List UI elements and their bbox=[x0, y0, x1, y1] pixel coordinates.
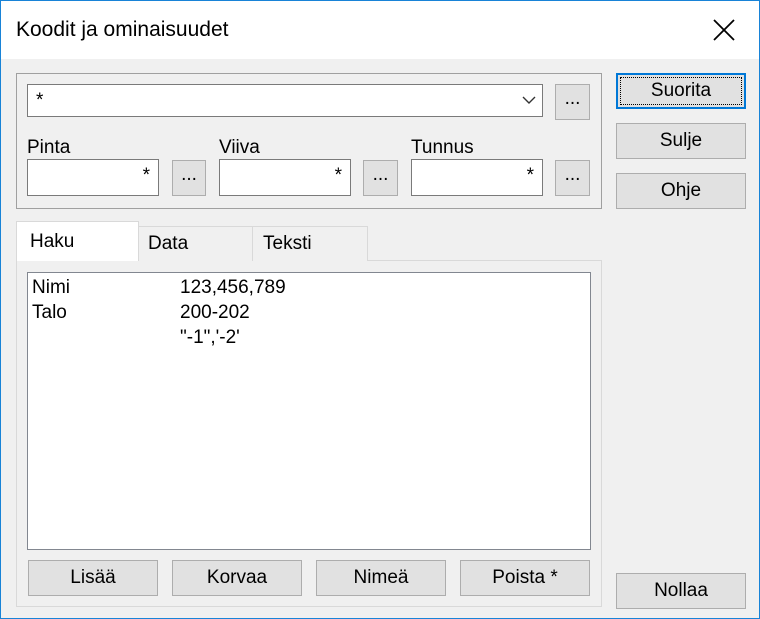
run-button-label: Suorita bbox=[650, 80, 712, 101]
code-combobox[interactable]: * bbox=[27, 84, 543, 117]
close-window-button[interactable] bbox=[701, 11, 747, 49]
delete-button[interactable]: Poista * bbox=[460, 560, 590, 596]
condition-list[interactable]: Nimi 123,456,789 Talo 200-202 "-1",'-2' bbox=[27, 272, 591, 550]
list-item-value: 200-202 bbox=[180, 302, 250, 323]
run-button[interactable]: Suorita bbox=[616, 73, 746, 109]
close-button[interactable]: Sulje bbox=[616, 123, 746, 159]
pinta-browse-button[interactable]: ... bbox=[172, 160, 206, 196]
tunnus-input[interactable]: * bbox=[411, 159, 543, 196]
viiva-input[interactable]: * bbox=[219, 159, 351, 196]
list-item[interactable]: "-1",'-2' bbox=[32, 327, 572, 352]
viiva-label: Viiva bbox=[219, 137, 260, 158]
tab-haku[interactable]: Haku bbox=[16, 221, 139, 261]
viiva-browse-button[interactable]: ... bbox=[363, 160, 398, 196]
tab-data[interactable]: Data bbox=[137, 226, 253, 261]
dialog-window: Koodit ja ominaisuudet * ... Pinta * ...… bbox=[0, 0, 760, 619]
help-button[interactable]: Ohje bbox=[616, 173, 746, 209]
combo-value: * bbox=[36, 90, 44, 111]
list-item-name: Talo bbox=[32, 302, 67, 323]
replace-button[interactable]: Korvaa bbox=[172, 560, 302, 596]
list-item[interactable]: Nimi 123,456,789 bbox=[32, 277, 572, 302]
pinta-value: * bbox=[142, 165, 150, 186]
chevron-down-icon bbox=[522, 96, 536, 104]
list-item-name: Nimi bbox=[32, 277, 70, 298]
close-icon bbox=[713, 19, 735, 41]
pinta-input[interactable]: * bbox=[27, 159, 159, 196]
combo-browse-button[interactable]: ... bbox=[555, 84, 590, 120]
window-title: Koodit ja ominaisuudet bbox=[16, 18, 229, 41]
tunnus-browse-button[interactable]: ... bbox=[555, 160, 590, 196]
add-button[interactable]: Lisää bbox=[28, 560, 158, 596]
viiva-value: * bbox=[334, 165, 342, 186]
tunnus-value: * bbox=[526, 165, 534, 186]
list-item[interactable]: Talo 200-202 bbox=[32, 302, 572, 327]
tab-teksti[interactable]: Teksti bbox=[252, 226, 368, 261]
title-bar: Koodit ja ominaisuudet bbox=[1, 1, 759, 59]
tunnus-label: Tunnus bbox=[411, 137, 474, 158]
list-item-value: 123,456,789 bbox=[180, 277, 286, 298]
reset-button[interactable]: Nollaa bbox=[616, 573, 746, 609]
pinta-label: Pinta bbox=[27, 137, 71, 158]
rename-button[interactable]: Nimeä bbox=[316, 560, 446, 596]
list-item-value: "-1",'-2' bbox=[180, 327, 240, 348]
